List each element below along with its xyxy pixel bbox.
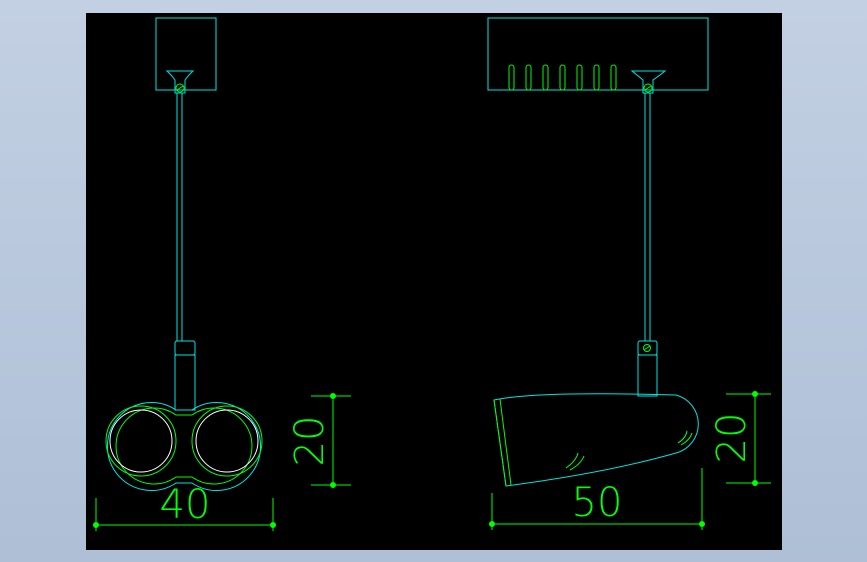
side-fin bbox=[508, 64, 515, 91]
side-fin bbox=[576, 64, 583, 91]
front-lens-left bbox=[109, 409, 173, 473]
side-lamp-face bbox=[493, 398, 512, 487]
side-fin bbox=[593, 64, 600, 91]
front-height-tick-top bbox=[330, 393, 336, 399]
side-fin bbox=[610, 64, 617, 91]
cad-drawing-canvas: 40 20 50 20 bbox=[93, 17, 771, 531]
side-suspension-rod bbox=[644, 92, 651, 342]
side-highlight-3 bbox=[677, 430, 688, 444]
side-height-label: 20 bbox=[709, 413, 755, 464]
front-housing-inner bbox=[115, 407, 253, 485]
front-height-tick-bottom bbox=[330, 482, 336, 488]
front-width-label: 40 bbox=[160, 482, 211, 528]
front-mount-screw-slot bbox=[176, 85, 184, 91]
side-lamp-body bbox=[493, 393, 699, 487]
side-driver-fins bbox=[508, 64, 617, 91]
side-width-tick-left bbox=[489, 521, 495, 527]
front-suspension-rod bbox=[176, 92, 183, 342]
front-view bbox=[105, 17, 263, 491]
side-height-tick-top bbox=[752, 391, 758, 397]
side-fin bbox=[525, 64, 532, 91]
side-connector-screw-slot bbox=[643, 345, 651, 351]
side-view bbox=[487, 17, 709, 487]
side-mount-screw-slot bbox=[644, 85, 652, 91]
cad-drawing-viewport[interactable]: 40 20 50 20 bbox=[86, 13, 782, 550]
side-stem bbox=[637, 354, 658, 397]
side-fin bbox=[559, 64, 566, 91]
front-stem bbox=[174, 354, 196, 411]
side-width-label: 50 bbox=[572, 480, 623, 526]
side-width-tick-right bbox=[699, 521, 705, 527]
front-lens-right bbox=[195, 409, 259, 473]
side-height-tick-bottom bbox=[752, 480, 758, 486]
front-rod-connector bbox=[174, 340, 196, 356]
front-width-tick-right bbox=[270, 522, 276, 528]
front-width-tick-left bbox=[93, 522, 99, 528]
front-height-label: 20 bbox=[287, 416, 333, 467]
side-fin bbox=[542, 64, 549, 91]
side-ceiling-base bbox=[487, 17, 709, 91]
